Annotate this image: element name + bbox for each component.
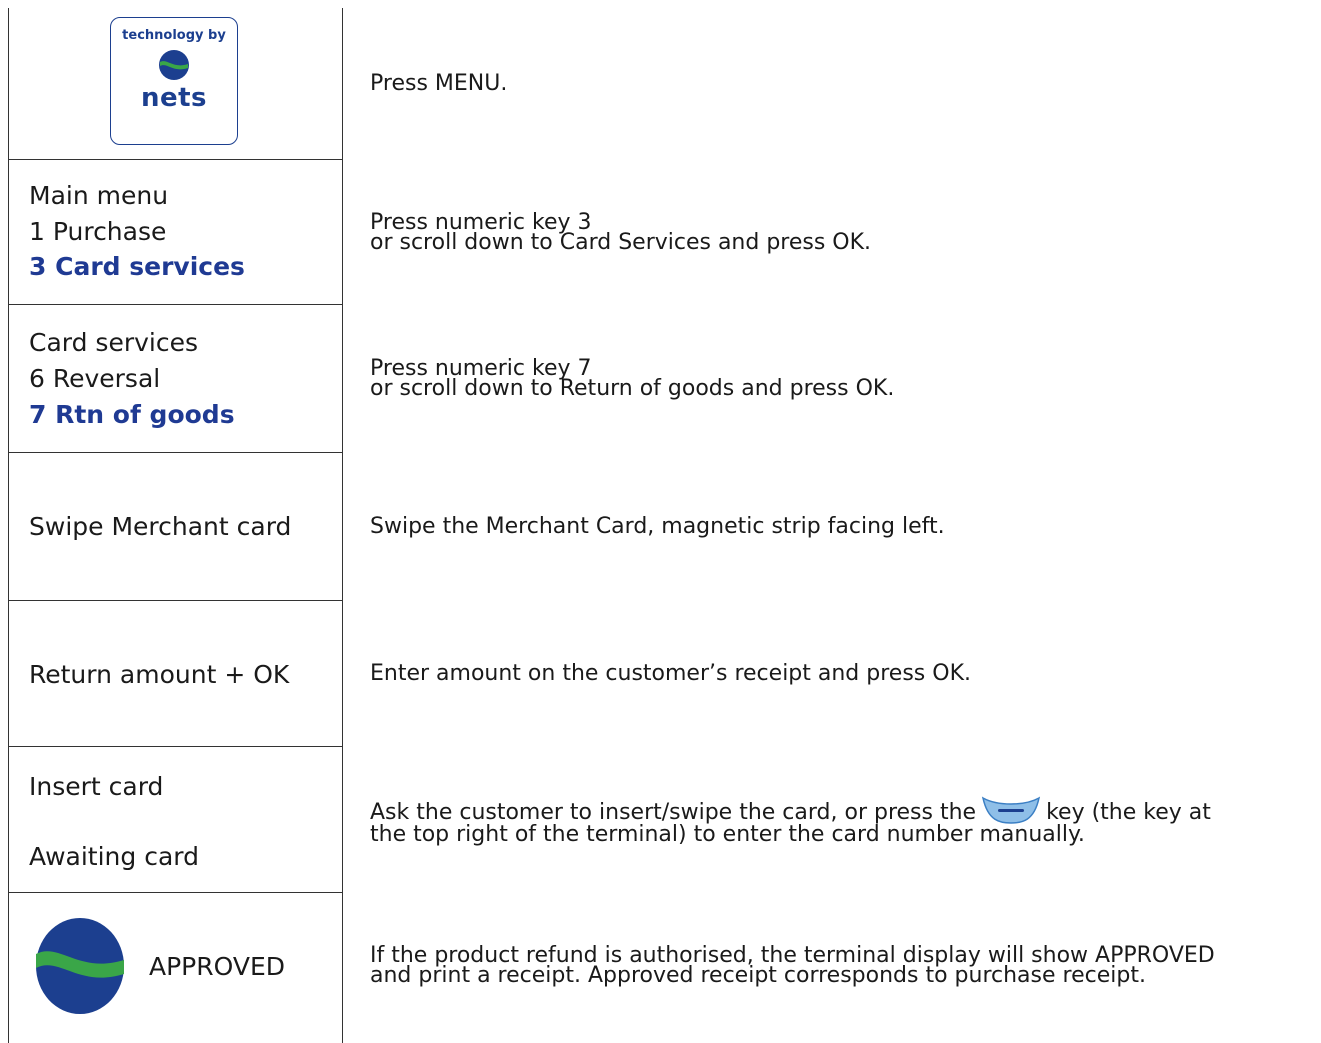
approved-emblem-icon xyxy=(36,918,124,1014)
desc-line: or scroll down to Card Services and pres… xyxy=(370,229,872,255)
screen-line-1: Card services xyxy=(29,328,199,357)
screen-line-1: Return amount + OK xyxy=(29,660,290,689)
step-description-6: Ask the customer to insert/swipe the car… xyxy=(370,747,1311,893)
desc-line: and print a receipt. Approved receipt co… xyxy=(370,963,1146,988)
terminal-screen-7: APPROVED xyxy=(8,893,343,1043)
step-description-4: Swipe the Merchant Card, magnetic strip … xyxy=(370,453,1311,601)
screen-line-highlighted: 7 Rtn of goods xyxy=(29,400,235,429)
nets-logo: technology by nets xyxy=(110,17,238,145)
desc-line: or scroll down to Return of goods and pr… xyxy=(370,376,895,401)
desc-line: the top right of the terminal) to enter … xyxy=(370,822,1085,847)
terminal-screen-6: Insert card Awaiting card xyxy=(8,747,343,893)
screen-line-2: 1 Purchase xyxy=(29,217,167,246)
screen-line-approved: APPROVED xyxy=(149,952,286,981)
screen-line-2: Awaiting card xyxy=(29,842,199,871)
desc-line: Ask the customer to insert/swipe the car… xyxy=(370,795,1311,825)
terminal-screen-4: Swipe Merchant card xyxy=(8,453,343,601)
screen-line-1: Swipe Merchant card xyxy=(29,512,292,541)
nets-emblem-icon xyxy=(159,50,189,80)
desc-line: Enter amount on the customer’s receipt a… xyxy=(370,661,971,686)
step-row-3: Card services 6 Reversal 7 Rtn of goods … xyxy=(0,305,1321,453)
terminal-screen-5: Return amount + OK xyxy=(8,601,343,747)
screen-line-highlighted: 3 Card services xyxy=(29,252,245,281)
step-row-6: Insert card Awaiting card Ask the custom… xyxy=(0,747,1321,893)
step-row-7: APPROVED If the product refund is author… xyxy=(0,893,1321,1043)
logo-brand: nets xyxy=(140,83,208,113)
step-description-2: Press numeric key 3 or scroll down to Ca… xyxy=(370,160,1311,305)
step-description-7: If the product refund is authorised, the… xyxy=(370,893,1311,1039)
terminal-screen-1: technology by nets xyxy=(8,8,343,160)
step-description-3: Press numeric key 7 or scroll down to Re… xyxy=(370,305,1311,453)
logo-tagline: technology by xyxy=(122,28,226,43)
step-row-5: Return amount + OK Enter amount on the c… xyxy=(0,601,1321,747)
screen-line-1: Insert card xyxy=(29,772,164,801)
terminal-screen-2: Main menu 1 Purchase 3 Card services xyxy=(8,160,343,305)
desc-line: Press MENU. xyxy=(370,71,508,96)
desc-line: Swipe the Merchant Card, magnetic strip … xyxy=(370,514,945,539)
terminal-key-icon xyxy=(981,796,1041,824)
screen-line-1: Main menu xyxy=(29,181,169,210)
step-row-4: Swipe Merchant card Swipe the Merchant C… xyxy=(0,453,1321,601)
step-row-1: technology by nets Press MENU. xyxy=(0,0,1321,160)
step-row-2: Main menu 1 Purchase 3 Card services Pre… xyxy=(0,160,1321,305)
step-description-5: Enter amount on the customer’s receipt a… xyxy=(370,601,1311,747)
screen-line-2: 6 Reversal xyxy=(29,364,161,393)
step-description-1: Press MENU. xyxy=(370,8,1311,160)
terminal-screen-3: Card services 6 Reversal 7 Rtn of goods xyxy=(8,305,343,453)
